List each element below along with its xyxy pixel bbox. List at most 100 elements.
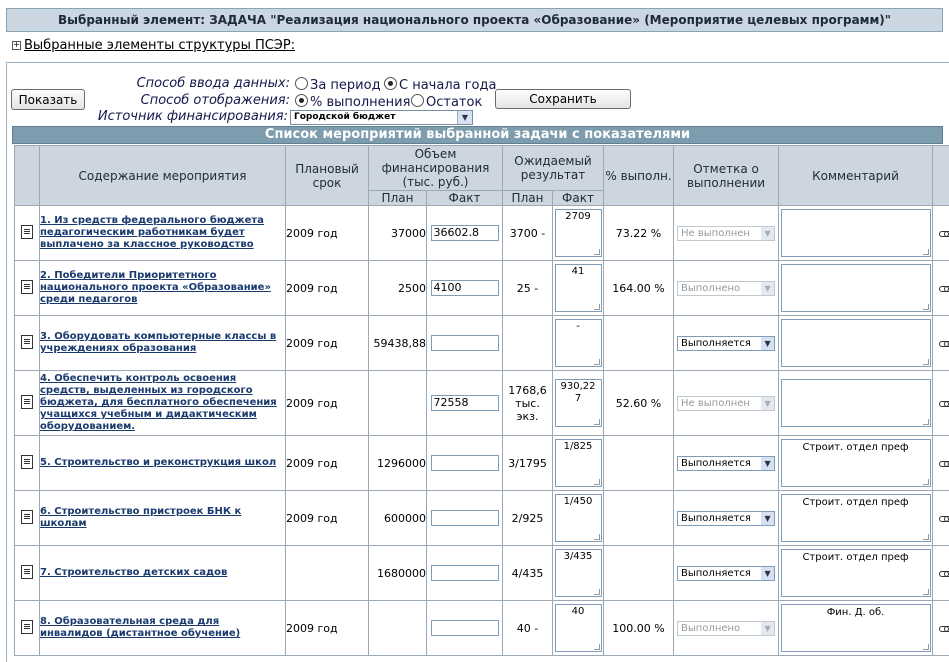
link-icon[interactable] — [938, 515, 949, 522]
fund-plan-cell: 1296000 — [368, 435, 427, 491]
status-select[interactable]: Не выполнен ▼ — [677, 395, 776, 411]
res-plan-cell: 4/435 — [502, 545, 553, 601]
input-mode-ytd[interactable]: С начала года — [384, 77, 496, 93]
status-select[interactable]: Выполняется ▼ — [677, 510, 776, 526]
percent-cell: 164.00 % — [603, 260, 675, 316]
funding-source-select[interactable]: Городской бюджет ▼ — [290, 110, 473, 125]
document-icon[interactable] — [21, 509, 33, 524]
doc-cell — [14, 600, 40, 656]
activity-link[interactable]: 3. Оборудовать компьютерные классы в учр… — [40, 331, 276, 354]
comment-input[interactable]: Строит. отдел преф — [780, 494, 931, 542]
res-plan-cell: 40 - — [502, 600, 553, 656]
radio-icon[interactable] — [411, 94, 424, 107]
radio-icon[interactable] — [384, 77, 397, 90]
display-mode-percent-label: % выполнения — [310, 95, 411, 110]
status-select[interactable]: Выполняется ▼ — [677, 455, 776, 471]
chevron-down-icon[interactable]: ▼ — [761, 566, 775, 580]
activity-link[interactable]: 5. Строительство и реконструкция школ — [40, 457, 276, 468]
link-icon[interactable] — [938, 230, 949, 237]
chevron-down-icon[interactable]: ▼ — [761, 511, 775, 525]
document-icon[interactable] — [21, 279, 33, 294]
chevron-down-icon[interactable]: ▼ — [761, 396, 775, 410]
activity-link[interactable]: 1. Из средств федерального бюджета педаг… — [40, 215, 264, 250]
doc-cell — [14, 370, 40, 436]
status-select[interactable]: Не выполнен ▼ — [677, 225, 776, 241]
link-icon[interactable] — [938, 570, 949, 577]
document-icon[interactable] — [21, 564, 33, 579]
document-icon[interactable] — [21, 394, 33, 409]
comment-input[interactable]: Строит. отдел преф — [780, 549, 931, 597]
comment-input[interactable]: Строит. отдел преф — [780, 439, 931, 487]
fund-fact-input[interactable] — [430, 510, 499, 526]
link-icon[interactable] — [938, 460, 949, 467]
res-fact-input[interactable]: - — [554, 319, 602, 367]
percent-cell — [603, 545, 675, 601]
fund-fact-input[interactable] — [430, 565, 499, 581]
fund-fact-input[interactable] — [430, 335, 499, 351]
display-mode-label: Способ отображения: — [140, 93, 290, 108]
res-fact-input[interactable]: 2709 — [554, 209, 602, 257]
structure-link[interactable]: Выбранные элементы структуры ПСЭР: — [24, 38, 295, 53]
save-button[interactable]: Сохранить — [495, 89, 631, 109]
fund-fact-input[interactable]: 36602.8 — [430, 225, 499, 241]
chevron-down-icon[interactable]: ▼ — [761, 281, 775, 295]
document-icon[interactable] — [21, 454, 33, 469]
res-fact-input[interactable]: 930,227 — [554, 379, 602, 427]
chevron-down-icon[interactable]: ▼ — [761, 621, 775, 635]
res-plan-cell — [502, 315, 553, 371]
show-button[interactable]: Показать — [11, 89, 85, 110]
input-mode-period[interactable]: За период — [295, 77, 381, 93]
radio-icon[interactable] — [295, 94, 308, 107]
doc-cell — [14, 315, 40, 371]
comment-input[interactable] — [780, 319, 931, 367]
res-plan-cell: 2/925 — [502, 490, 553, 546]
status-select[interactable]: Выполнено ▼ — [677, 280, 776, 296]
display-mode-rest-label: Остаток — [426, 95, 483, 110]
radio-icon[interactable] — [295, 77, 308, 90]
res-fact-input[interactable]: 1/450 — [554, 494, 602, 542]
header-res-plan: План — [502, 190, 553, 206]
comment-input[interactable] — [780, 264, 931, 312]
activity-link[interactable]: 7. Строительство детских садов — [40, 567, 227, 578]
activity-link[interactable]: 4. Обеспечить контроль освоения средств,… — [40, 373, 277, 432]
link-cell — [932, 435, 949, 491]
link-cell — [932, 315, 949, 371]
fund-fact-input[interactable]: 4100 — [430, 280, 499, 296]
res-fact-input[interactable]: 40 — [554, 604, 602, 652]
fund-fact-input[interactable]: 72558 — [430, 395, 499, 411]
activity-link[interactable]: 8. Образовательная среда для инвалидов (… — [40, 616, 240, 639]
comment-input[interactable] — [780, 379, 931, 427]
link-icon[interactable] — [938, 285, 949, 292]
display-mode-percent[interactable]: % выполнения — [295, 94, 410, 110]
res-fact-input[interactable]: 1/825 — [554, 439, 602, 487]
chevron-down-icon[interactable]: ▼ — [761, 226, 775, 240]
link-icon[interactable] — [938, 625, 949, 632]
chevron-down-icon[interactable]: ▼ — [457, 111, 472, 124]
link-icon[interactable] — [938, 340, 949, 347]
res-fact-input[interactable]: 41 — [554, 264, 602, 312]
res-fact-input[interactable]: 3/435 — [554, 549, 602, 597]
link-icon[interactable] — [938, 400, 949, 407]
document-icon[interactable] — [21, 224, 33, 239]
link-cell — [932, 260, 949, 316]
chevron-down-icon[interactable]: ▼ — [761, 336, 775, 350]
fund-fact-input[interactable] — [430, 455, 499, 471]
comment-input[interactable] — [780, 209, 931, 257]
status-select[interactable]: Выполняется ▼ — [677, 565, 776, 581]
activity-name-cell: 6. Строительство пристроек БНК к школам — [39, 490, 286, 546]
fund-fact-input[interactable] — [430, 620, 499, 636]
fund-plan-cell: 37000 — [368, 205, 427, 261]
status-cell: Выполняется ▼ — [673, 435, 780, 491]
status-select[interactable]: Выполнено ▼ — [677, 620, 776, 636]
expand-icon[interactable]: + — [12, 41, 21, 50]
activity-link[interactable]: 6. Строительство пристроек БНК к школам — [40, 506, 241, 529]
status-select[interactable]: Выполняется ▼ — [677, 335, 776, 351]
comment-input[interactable]: Фин. Д. об. — [780, 604, 931, 652]
activity-link[interactable]: 2. Победители Приоритетного национальног… — [40, 270, 271, 305]
res-fact-cell: 1/450 — [551, 490, 605, 546]
document-icon[interactable] — [21, 619, 33, 634]
chevron-down-icon[interactable]: ▼ — [761, 456, 775, 470]
document-icon[interactable] — [21, 334, 33, 349]
fund-fact-cell — [426, 600, 503, 656]
display-mode-rest[interactable]: Остаток — [411, 94, 482, 110]
